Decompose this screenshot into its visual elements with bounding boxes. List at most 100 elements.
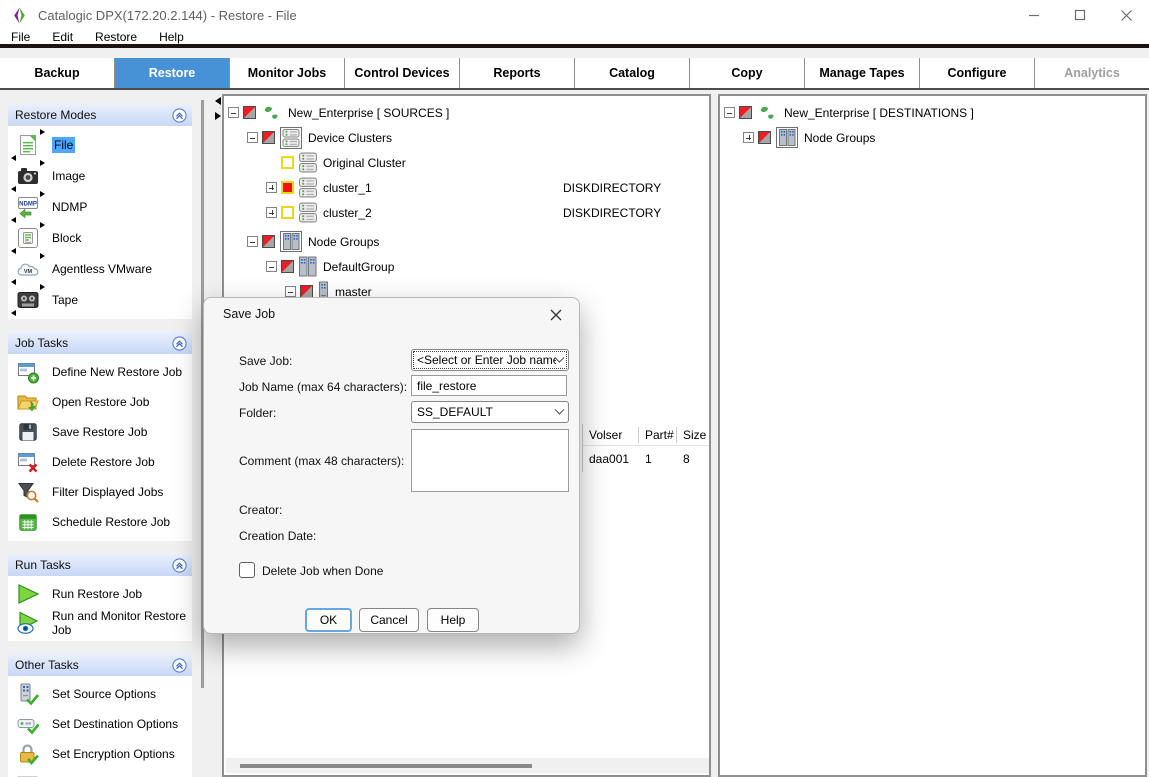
expander-minus-icon[interactable] [724,107,735,118]
sidebar-item-set-notification-options[interactable]: Set Notification Options [8,769,192,777]
expander-plus-icon[interactable] [266,182,277,193]
sidebar-item-set-source-options[interactable]: Set Source Options [8,679,192,709]
tab-monitor-jobs[interactable]: Monitor Jobs [230,58,345,88]
expander-plus-icon[interactable] [743,132,754,143]
sidebar-item-open-restore-job[interactable]: Open Restore Job [8,387,192,417]
tab-control-devices[interactable]: Control Devices [345,58,460,88]
help-button[interactable]: Help [427,608,479,632]
delete-job-when-done-checkbox[interactable] [239,562,255,578]
sidebar-item-label: Delete Restore Job [52,455,155,469]
table-row[interactable]: daa001 1 8 [583,446,711,472]
tristate-checkbox[interactable] [262,235,275,248]
expander-minus-icon[interactable] [247,132,258,143]
tristate-checkbox[interactable] [243,106,256,119]
expander-minus-icon[interactable] [228,107,239,118]
tristate-checkbox[interactable] [281,260,294,273]
job-tasks-header[interactable]: Job Tasks [8,332,192,354]
tree-row-cluster-1[interactable]: cluster_1 DISKDIRECTORY [224,175,709,200]
tab-catalog[interactable]: Catalog [575,58,690,88]
save-floppy-icon [15,419,41,445]
folder-combobox[interactable]: SS_DEFAULT [411,401,569,423]
tree-row-original-cluster[interactable]: Original Cluster [224,150,709,175]
sidebar-item-label: Filter Displayed Jobs [52,485,163,499]
column-header-part[interactable]: Part# [639,427,677,443]
restore-modes-header[interactable]: Restore Modes [8,104,192,126]
comment-textarea[interactable] [411,429,569,492]
horizontal-scrollbar-thumb[interactable] [240,764,532,768]
globe-icon [261,102,282,123]
tree-row-defaultgroup[interactable]: DefaultGroup [224,254,709,279]
tree-row-new-enterprise-destinations[interactable]: New_Enterprise [ DESTINATIONS ] [720,100,1145,125]
dialog-close-button[interactable] [546,305,566,325]
tristate-checkbox[interactable] [758,131,771,144]
save-job-combobox[interactable]: <Select or Enter Job name> [411,349,569,371]
tree-row-new-enterprise-sources[interactable]: New_Enterprise [ SOURCES ] [224,100,709,125]
sidebar-item-schedule-restore-job[interactable]: Schedule Restore Job [8,507,192,537]
menu-edit[interactable]: Edit [41,30,84,44]
close-icon [549,308,563,322]
tristate-checkbox[interactable] [281,181,294,194]
other-tasks-header[interactable]: Other Tasks [8,654,192,676]
tree-row-cluster-2[interactable]: cluster_2 DISKDIRECTORY [224,200,709,225]
cancel-button[interactable]: Cancel [359,608,419,632]
job-name-input[interactable] [411,375,567,396]
collapse-chevron-icon[interactable] [172,658,187,673]
sidebar-item-label: Image [52,169,85,183]
tape-icon [15,287,41,313]
sidebar-item-set-destination-options[interactable]: Set Destination Options [8,709,192,739]
collapse-chevron-icon[interactable] [172,108,187,123]
maximize-button[interactable] [1057,0,1103,30]
sidebar-item-filter-displayed-jobs[interactable]: Filter Displayed Jobs [8,477,192,507]
tristate-checkbox[interactable] [281,206,294,219]
tab-restore[interactable]: Restore [115,58,230,88]
ndmp-icon: NDMP [15,194,41,220]
minimize-button[interactable] [1011,0,1057,30]
tab-manage-tapes[interactable]: Manage Tapes [805,58,920,88]
expander-minus-icon[interactable] [247,236,258,247]
menu-help[interactable]: Help [148,30,195,44]
menu-file[interactable]: File [0,30,41,44]
sidebar-item-run-and-monitor-restore-job[interactable]: Run and Monitor Restore Job [8,608,192,637]
sidebar-item-image[interactable]: Image [8,160,192,191]
tree-row-node-groups[interactable]: Node Groups [224,229,709,254]
sidebar-item-label: Define New Restore Job [52,365,182,379]
splitter-collapse-left-icon[interactable] [215,97,221,105]
tab-copy[interactable]: Copy [690,58,805,88]
splitter-expand-right-icon[interactable] [215,112,221,120]
tree-node-label: New_Enterprise [ SOURCES ] [288,106,449,120]
column-header-size[interactable]: Size [677,427,709,443]
destinations-tree-panel: New_Enterprise [ DESTINATIONS ] Node Gro… [718,94,1147,777]
expander-plus-icon[interactable] [266,207,277,218]
tristate-checkbox[interactable] [281,156,294,169]
sidebar-item-file[interactable]: File [8,129,192,160]
sidebar-item-block[interactable]: Block [8,222,192,253]
collapse-chevron-icon[interactable] [172,558,187,573]
close-button[interactable] [1103,0,1149,30]
horizontal-scrollbar[interactable] [226,758,709,773]
expander-minus-icon[interactable] [266,261,277,272]
tristate-checkbox[interactable] [262,131,275,144]
tree-row-node-groups-dest[interactable]: Node Groups [720,125,1145,150]
expander-minus-icon[interactable] [285,286,296,297]
tree-node-label: Original Cluster [323,156,406,170]
column-header-volser[interactable]: Volser [583,427,639,443]
sidebar-item-delete-restore-job[interactable]: Delete Restore Job [8,447,192,477]
tab-reports[interactable]: Reports [460,58,575,88]
menu-restore[interactable]: Restore [84,30,148,44]
sidebar-item-ndmp[interactable]: NDMP NDMP [8,191,192,222]
sidebar-item-tape[interactable]: Tape [8,284,192,315]
tree-row-device-clusters[interactable]: Device Clusters [224,125,709,150]
run-tasks-header[interactable]: Run Tasks [8,554,192,576]
block-icon [15,225,41,251]
sidebar-item-define-new-restore-job[interactable]: Define New Restore Job [8,357,192,387]
sidebar-item-set-encryption-options[interactable]: Set Encryption Options [8,739,192,769]
sidebar-item-agentless-vmware[interactable]: VM Agentless VMware [8,253,192,284]
tab-configure[interactable]: Configure [920,58,1035,88]
sidebar-item-save-restore-job[interactable]: Save Restore Job [8,417,192,447]
tab-backup[interactable]: Backup [0,58,115,88]
sidebar-item-run-restore-job[interactable]: Run Restore Job [8,579,192,608]
ok-button[interactable]: OK [305,608,352,632]
collapse-chevron-icon[interactable] [172,336,187,351]
tristate-checkbox[interactable] [739,106,752,119]
run-tasks-title: Run Tasks [15,558,71,572]
